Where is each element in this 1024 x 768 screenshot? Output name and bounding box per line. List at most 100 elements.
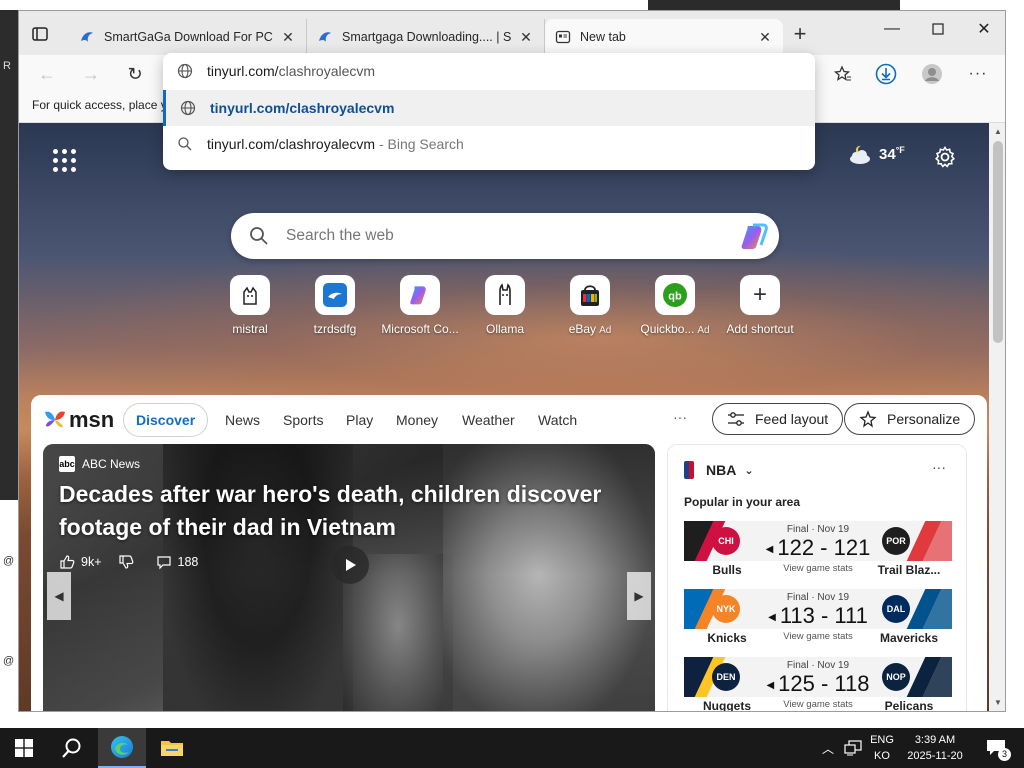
shortcut-microsoft-copilot[interactable]: Microsoft Co... (377, 275, 463, 336)
address-path: clashroyalecvm (278, 63, 376, 79)
maximize-button[interactable] (915, 15, 961, 43)
refresh-button[interactable]: ↻ (121, 61, 149, 87)
carousel-next-button[interactable]: ▶ (627, 572, 651, 620)
shortcut-tzrdsdfg[interactable]: tzrdsdfg (292, 275, 378, 336)
favorites-button[interactable] (829, 61, 857, 87)
hero-headline[interactable]: Decades after war hero's death, children… (59, 478, 619, 544)
web-search-box[interactable]: Search the web (231, 213, 779, 259)
nba-league-selector[interactable]: NBA ⌄ (684, 461, 754, 479)
like-button[interactable]: 9k+ (59, 554, 102, 570)
tray-overflow-button[interactable]: ︿ (818, 728, 838, 768)
tab-close-icon[interactable]: ✕ (280, 29, 296, 45)
profile-button[interactable] (918, 61, 946, 87)
edge-browser-icon (111, 736, 133, 758)
nba-more-icon[interactable]: ··· (932, 459, 946, 475)
downloads-button[interactable] (872, 61, 900, 87)
tab-title: SmartGaGa Download For PC (2025 (104, 30, 274, 44)
away-team-name: Trail Blaz... (877, 563, 941, 577)
carousel-prev-button[interactable]: ◀ (47, 572, 71, 620)
play-icon (346, 559, 356, 571)
suggestion-suffix: - Bing Search (375, 136, 464, 152)
scroll-thumb[interactable] (993, 141, 1003, 343)
weather-widget[interactable]: 34°F (847, 143, 905, 165)
settings-more-button[interactable]: ··· (964, 61, 992, 87)
game-score-row[interactable]: NYK DAL Final · Nov 19 ◀ 113 - 111 Knicks… (684, 589, 952, 651)
close-icon: ✕ (977, 21, 991, 38)
tab-new-tab[interactable]: New tab ✕ (545, 19, 783, 55)
add-shortcut-button[interactable]: + Add shortcut (717, 275, 803, 336)
copilot-icon[interactable] (739, 223, 769, 251)
nba-scores-card: NBA ⌄ ··· Popular in your area CHI POR F… (667, 444, 967, 711)
league-title: NBA (706, 462, 737, 478)
more-horizontal-icon: ··· (968, 65, 988, 82)
minimize-button[interactable]: — (869, 15, 915, 43)
tab-weather[interactable]: Weather (462, 412, 515, 428)
comments-button[interactable]: 188 (156, 554, 199, 570)
weather-unit: °F (895, 145, 905, 155)
scroll-up-icon[interactable]: ▲ (992, 126, 1004, 138)
network-button[interactable] (840, 728, 866, 768)
start-button[interactable] (0, 728, 48, 768)
suggestion-text: tinyurl.com/clashroyalecvm (210, 100, 395, 116)
desktop-text-fragment: @ (3, 555, 15, 567)
tab-play[interactable]: Play (346, 412, 373, 428)
suggestion-url[interactable]: tinyurl.com/clashroyalecvm (163, 90, 815, 126)
language-primary: ENG (870, 734, 894, 746)
suggestion-bing-search[interactable]: tinyurl.com/clashroyalecvm - Bing Search (163, 126, 815, 162)
tab-actions-button[interactable] (29, 24, 51, 44)
background-window-edge (648, 0, 900, 10)
hero-news-card[interactable]: abc ABC News Decades after war hero's de… (43, 444, 655, 711)
msn-logo[interactable]: msn (43, 407, 114, 433)
game-score-row[interactable]: CHI POR Final · Nov 19 ◀ 122 - 121 Bulls … (684, 521, 952, 583)
clock-button[interactable]: 3:39 AM 2025-11-20 (900, 732, 970, 764)
tab-news[interactable]: News (225, 412, 260, 428)
taskbar-edge[interactable] (98, 728, 146, 768)
folder-icon (161, 741, 183, 756)
new-tab-button[interactable]: + (789, 23, 811, 46)
address-bar[interactable]: tinyurl.com/clashroyalecvm (163, 53, 815, 89)
feed-layout-button[interactable]: Feed layout (712, 403, 844, 435)
desktop-right-edge (1006, 10, 1024, 712)
shortcut-ollama[interactable]: Ollama (462, 275, 548, 336)
shortcut-ebay[interactable]: eBay Ad (547, 275, 633, 336)
page-settings-button[interactable] (933, 145, 959, 171)
tab-label: Discover (136, 412, 196, 428)
thumbs-up-icon (60, 555, 75, 569)
page-scrollbar[interactable]: ▲ ▼ (989, 123, 1005, 711)
tab-close-icon[interactable]: ✕ (757, 29, 773, 45)
tab-smartgaga-downloading[interactable]: Smartgaga Downloading.... | Sm ✕ (307, 19, 545, 55)
windows-logo-icon (15, 739, 33, 757)
tab-smartgaga-download[interactable]: SmartGaGa Download For PC (2025 ✕ (69, 19, 307, 55)
nav-more-icon[interactable]: ··· (673, 409, 687, 425)
comment-count: 188 (177, 555, 199, 569)
globe-blue-icon (79, 29, 95, 45)
shortcut-quickbooks[interactable]: qb Quickbo... Ad (632, 275, 718, 336)
triangle-left-icon: ◀ (54, 589, 64, 603)
apps-launcher-button[interactable] (51, 147, 77, 173)
tab-money[interactable]: Money (396, 412, 438, 428)
feed-layout-label: Feed layout (755, 411, 829, 427)
tab-watch[interactable]: Watch (538, 412, 577, 428)
play-video-button[interactable] (331, 546, 369, 584)
forward-button[interactable]: → (77, 61, 105, 87)
game-score: 125 - 118 (778, 671, 870, 696)
action-center-button[interactable]: 3 (976, 728, 1016, 768)
game-score-row[interactable]: DEN NOP Final · Nov 19 ◀ 125 - 118 Nugget… (684, 657, 952, 711)
shortcut-label: Quickbo... (640, 322, 695, 336)
tab-close-icon[interactable]: ✕ (518, 29, 534, 45)
tab-title: New tab (580, 30, 626, 44)
ollama-icon (485, 275, 525, 315)
back-button[interactable]: ← (33, 61, 61, 87)
scroll-down-icon[interactable]: ▼ (992, 697, 1004, 709)
personalize-button[interactable]: Personalize (844, 403, 976, 435)
search-icon (178, 137, 192, 151)
close-window-button[interactable]: ✕ (961, 15, 1005, 43)
dislike-button[interactable] (118, 554, 140, 570)
input-language-button[interactable]: ENG KO (866, 732, 898, 764)
tab-sports[interactable]: Sports (283, 412, 323, 428)
shortcut-mistral[interactable]: mistral (207, 275, 293, 336)
tab-discover[interactable]: Discover (123, 403, 209, 437)
taskbar-search-button[interactable] (48, 728, 96, 768)
taskbar-file-explorer[interactable] (148, 728, 196, 768)
msn-brand: msn (69, 407, 115, 432)
